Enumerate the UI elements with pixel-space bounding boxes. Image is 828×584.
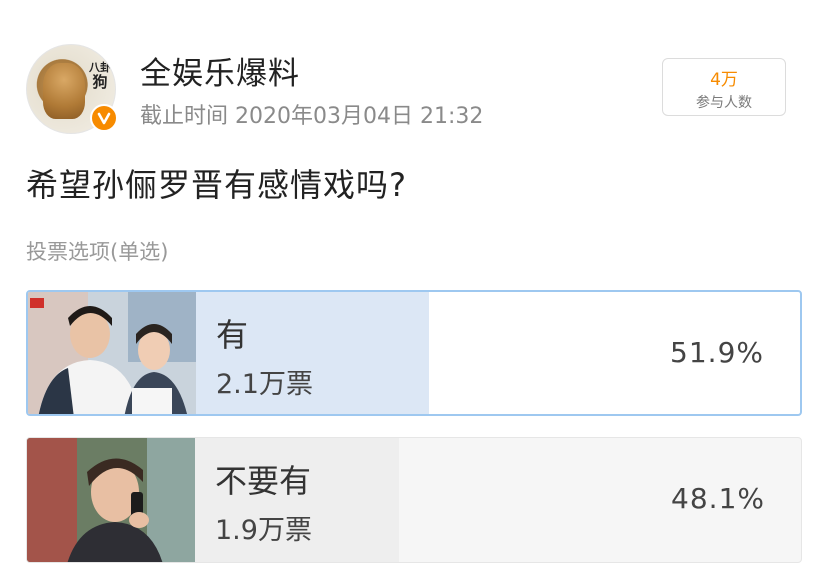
avatar-sign: 八卦狗: [89, 61, 111, 91]
participants-count: 4万: [710, 70, 738, 90]
option-label: 有: [216, 316, 249, 354]
participants-box[interactable]: 4万 参与人数: [662, 58, 786, 116]
vote-type-label: 投票选项(单选): [26, 240, 169, 264]
poll-header: 八卦狗 全娱乐爆料 截止时间 2020年03月04日 21:32 4万 参与人数: [26, 42, 802, 134]
option-votes: 2.1万票: [216, 369, 313, 400]
poll-option-yes[interactable]: 有 2.1万票 51.9%: [26, 290, 802, 416]
option-percent: 48.1%: [671, 482, 765, 515]
poll-question: 希望孙俪罗晋有感情戏吗?: [26, 166, 407, 204]
option-votes: 1.9万票: [215, 515, 312, 546]
poll-option-no[interactable]: 不要有 1.9万票 48.1%: [26, 437, 802, 563]
verified-v-icon: [90, 104, 118, 132]
deadline-text: 截止时间 2020年03月04日 21:32: [140, 104, 484, 129]
option-label: 不要有: [215, 462, 312, 500]
option-thumbnail: [28, 292, 196, 414]
dog-image: [43, 63, 85, 119]
participants-label: 参与人数: [696, 95, 752, 111]
option-thumbnail: [27, 438, 195, 562]
option-percent: 51.9%: [670, 336, 764, 369]
author-name[interactable]: 全娱乐爆料: [140, 48, 300, 93]
